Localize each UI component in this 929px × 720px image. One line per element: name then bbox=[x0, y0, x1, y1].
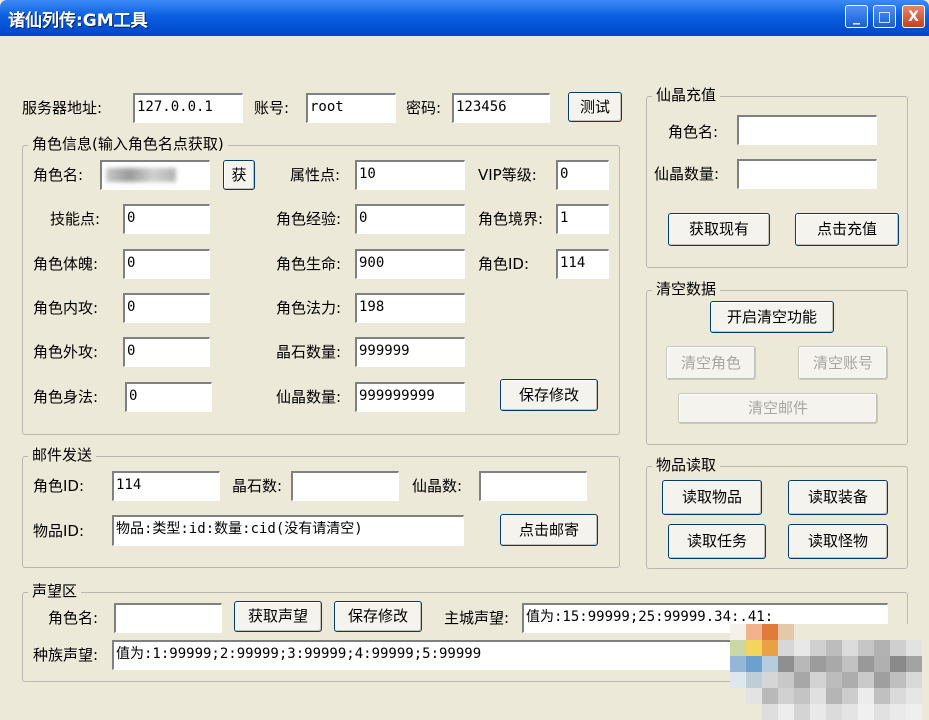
outer-attack-input[interactable]: 0 bbox=[123, 337, 210, 367]
clear-account-button[interactable]: 清空账号 bbox=[798, 346, 888, 380]
get-current-button[interactable]: 获取现有 bbox=[668, 213, 770, 246]
recharge-button[interactable]: 点击充值 bbox=[795, 213, 899, 246]
vip-level-label: VIP等级: bbox=[478, 166, 537, 184]
inner-attack-input[interactable]: 0 bbox=[123, 293, 210, 323]
save-reputation-button[interactable]: 保存修改 bbox=[334, 601, 422, 632]
recharge-role-name-input[interactable] bbox=[737, 115, 877, 145]
rep-role-name-label: 角色名: bbox=[48, 609, 99, 627]
crystal-count-label: 晶石数量: bbox=[276, 343, 342, 361]
account-input[interactable]: root bbox=[306, 93, 396, 123]
recharge-legend: 仙晶充值 bbox=[652, 86, 721, 104]
window-client: 服务器地址: 127.0.0.1 账号: root 密码: 123456 测试 … bbox=[0, 36, 929, 720]
exp-label: 角色经验: bbox=[276, 210, 342, 228]
vip-level-input[interactable]: 0 bbox=[556, 160, 609, 190]
skill-points-label: 技能点: bbox=[50, 210, 101, 228]
realm-label: 角色境界: bbox=[478, 210, 544, 228]
close-button[interactable]: X bbox=[902, 5, 925, 28]
recharge-amount-input[interactable] bbox=[737, 159, 877, 189]
clear-data-legend: 清空数据 bbox=[652, 280, 721, 298]
role-id-label: 角色ID: bbox=[478, 255, 530, 273]
server-address-input[interactable]: 127.0.0.1 bbox=[133, 93, 243, 123]
attr-points-input[interactable]: 10 bbox=[355, 160, 465, 190]
role-id-input[interactable]: 114 bbox=[556, 249, 609, 279]
mail-item-label: 物品ID: bbox=[33, 522, 85, 540]
password-label: 密码: bbox=[406, 99, 442, 117]
mail-item-input[interactable]: 物品:类型:id:数量:cid(没有请清空) bbox=[112, 515, 464, 546]
agility-input[interactable]: 0 bbox=[125, 382, 212, 412]
mail-role-id-input[interactable]: 114 bbox=[112, 471, 220, 501]
rep-role-name-input[interactable] bbox=[114, 603, 222, 633]
mail-role-id-label: 角色ID: bbox=[33, 477, 85, 495]
fetch-reputation-button[interactable]: 获取声望 bbox=[234, 601, 322, 632]
race-reputation-label: 种族声望: bbox=[33, 646, 99, 664]
reputation-legend: 声望区 bbox=[28, 582, 82, 600]
physique-input[interactable]: 0 bbox=[123, 249, 210, 279]
window-title: 诸仙列传:GM工具 bbox=[8, 11, 148, 31]
read-monsters-button[interactable]: 读取怪物 bbox=[788, 524, 888, 559]
realm-input[interactable]: 1 bbox=[556, 204, 609, 234]
city-reputation-label: 主城声望: bbox=[444, 609, 510, 627]
agility-label: 角色身法: bbox=[33, 388, 99, 406]
mail-crystal-label: 晶石数: bbox=[232, 477, 283, 495]
maximize-button[interactable]: □ bbox=[873, 5, 896, 28]
exp-input[interactable]: 0 bbox=[355, 204, 465, 234]
send-mail-button[interactable]: 点击邮寄 bbox=[500, 514, 598, 546]
save-role-button[interactable]: 保存修改 bbox=[500, 379, 598, 411]
skill-points-input[interactable]: 0 bbox=[123, 204, 210, 234]
mail-legend: 邮件发送 bbox=[28, 446, 97, 464]
physique-label: 角色体魄: bbox=[33, 255, 99, 273]
outer-attack-label: 角色外攻: bbox=[33, 343, 99, 361]
redacted-name bbox=[106, 168, 176, 182]
read-quests-button[interactable]: 读取任务 bbox=[668, 524, 766, 559]
xianjing-count-label: 仙晶数量: bbox=[276, 388, 342, 406]
server-address-label: 服务器地址: bbox=[22, 99, 103, 117]
role-name-label: 角色名: bbox=[33, 166, 84, 184]
mail-xianjing-label: 仙晶数: bbox=[412, 477, 463, 495]
attr-points-label: 属性点: bbox=[290, 166, 341, 184]
watermark-mosaic bbox=[730, 624, 922, 720]
account-label: 账号: bbox=[254, 99, 290, 117]
test-button[interactable]: 测试 bbox=[568, 92, 622, 122]
crystal-count-input[interactable]: 999999 bbox=[355, 337, 465, 367]
role-info-legend: 角色信息(输入角色名点获取) bbox=[28, 135, 228, 153]
enable-clear-button[interactable]: 开启清空功能 bbox=[710, 301, 834, 333]
mail-xianjing-input[interactable] bbox=[479, 471, 587, 501]
clear-mail-button[interactable]: 清空邮件 bbox=[678, 393, 878, 424]
role-name-input[interactable] bbox=[100, 160, 210, 190]
mp-input[interactable]: 198 bbox=[355, 293, 465, 323]
recharge-role-name-label: 角色名: bbox=[668, 123, 719, 141]
title-bar: 诸仙列传:GM工具 _ □ X bbox=[0, 0, 929, 36]
recharge-amount-label: 仙晶数量: bbox=[654, 165, 720, 183]
inner-attack-label: 角色内攻: bbox=[33, 299, 99, 317]
mp-label: 角色法力: bbox=[276, 299, 342, 317]
fetch-role-button[interactable]: 获 bbox=[223, 160, 255, 190]
xianjing-count-input[interactable]: 999999999 bbox=[355, 382, 465, 412]
hp-label: 角色生命: bbox=[276, 255, 342, 273]
mail-crystal-input[interactable] bbox=[291, 471, 399, 501]
hp-input[interactable]: 900 bbox=[355, 249, 465, 279]
item-read-legend: 物品读取 bbox=[652, 456, 721, 474]
read-equipment-button[interactable]: 读取装备 bbox=[788, 480, 888, 515]
clear-role-button[interactable]: 清空角色 bbox=[666, 346, 756, 380]
password-input[interactable]: 123456 bbox=[452, 93, 550, 123]
read-items-button[interactable]: 读取物品 bbox=[662, 480, 762, 515]
minimize-button[interactable]: _ bbox=[845, 5, 868, 28]
